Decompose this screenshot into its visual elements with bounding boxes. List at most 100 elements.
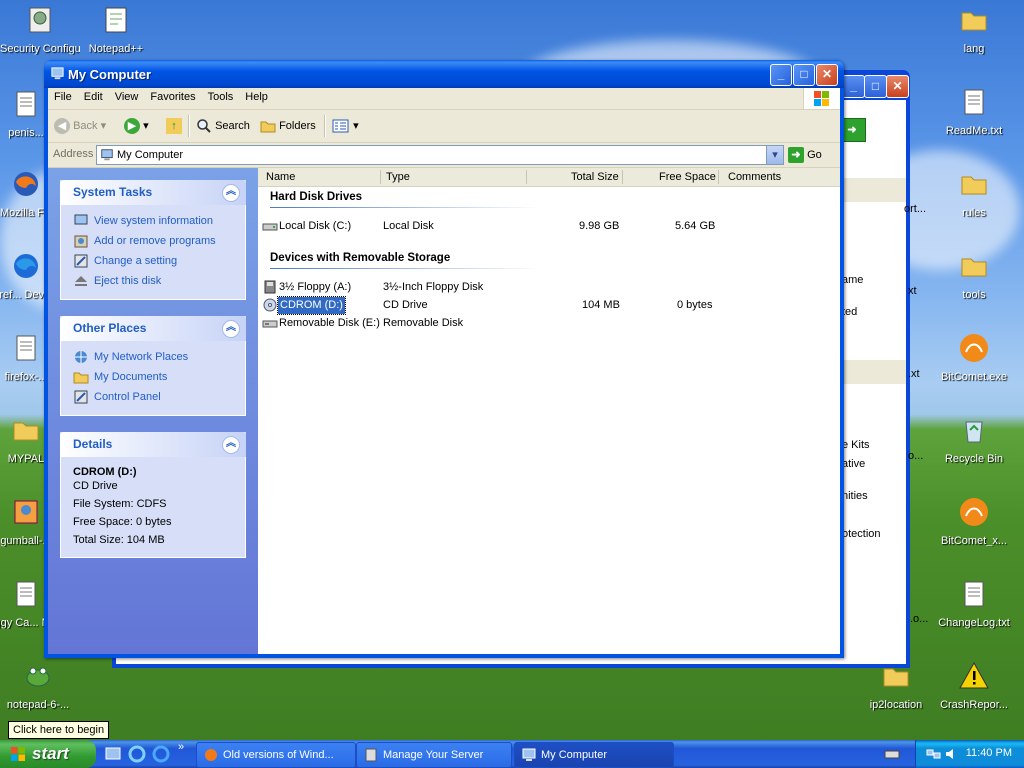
views-button[interactable]: ▾ — [332, 117, 359, 135]
desktop-icon-recycle-bin[interactable]: Recycle Bin — [934, 414, 1014, 465]
minimize-button[interactable]: _ — [770, 64, 792, 86]
column-divider[interactable] — [718, 170, 719, 184]
maximize-button[interactable]: □ — [864, 75, 887, 98]
menu-file[interactable]: File — [48, 88, 78, 103]
minimize-button[interactable]: _ — [842, 75, 865, 98]
column-total-size[interactable]: Total Size — [571, 171, 619, 183]
windows-flag-icon — [814, 91, 829, 106]
desktop-icon-crashreporter[interactable]: CrashRepor... — [934, 660, 1014, 711]
menu-view[interactable]: View — [109, 88, 145, 103]
quicklaunch-overflow-icon[interactable]: » — [178, 741, 184, 753]
search-button[interactable]: Search — [196, 117, 250, 135]
other-places-title: Other Places — [73, 321, 147, 335]
other-places-header[interactable]: Other Places ︽ — [60, 316, 246, 341]
address-bar: Address My Computer ▾ ➜ Go — [48, 143, 840, 168]
link-add-remove-programs[interactable]: Add or remove programs — [73, 231, 233, 251]
chevron-down-icon: ▾ — [143, 120, 149, 132]
details-type: CD Drive — [73, 480, 118, 492]
link-control-panel[interactable]: Control Panel — [73, 387, 233, 407]
link-label: Control Panel — [94, 391, 161, 403]
task-label: My Computer — [541, 749, 608, 761]
task-label: Manage Your Server — [383, 749, 484, 761]
link-view-system-info[interactable]: View system information — [73, 211, 233, 231]
search-icon — [197, 119, 211, 133]
go-button[interactable]: ➜ Go — [788, 146, 822, 164]
network-tray-icon[interactable] — [926, 746, 942, 762]
column-divider[interactable] — [526, 170, 527, 184]
taskbar-task-manage-server[interactable]: Manage Your Server — [356, 742, 512, 768]
maximize-button[interactable]: □ — [793, 64, 815, 86]
search-label: Search — [215, 120, 250, 132]
tray-keyboard[interactable] — [884, 746, 900, 762]
quicklaunch-show-desktop[interactable] — [104, 745, 122, 763]
volume-tray-icon[interactable] — [944, 746, 960, 762]
desktop-icon-label: BitComet_x... — [940, 535, 1008, 547]
desktop-icon-tools[interactable]: tools — [934, 250, 1014, 301]
address-dropdown-button[interactable]: ▾ — [766, 146, 783, 164]
menu-tools[interactable]: Tools — [202, 88, 240, 103]
my-computer-window[interactable]: My Computer _ □ ✕ File Edit View Favorites T… — [44, 60, 844, 658]
collapse-chevron-icon[interactable]: ︽ — [222, 320, 240, 338]
column-name[interactable]: Name — [266, 171, 295, 183]
drive-type: CD Drive — [383, 299, 428, 311]
back-button[interactable]: ◀ Back ▾ — [54, 117, 106, 135]
bg-fragment: nities — [842, 490, 868, 502]
keyboard-icon — [884, 750, 900, 759]
forward-button[interactable]: ▶ ▾ — [124, 117, 149, 135]
close-button[interactable]: ✕ — [886, 75, 909, 98]
column-divider[interactable] — [622, 170, 623, 184]
desktop-icon-rules[interactable]: rules — [934, 168, 1014, 219]
close-button[interactable]: ✕ — [816, 64, 838, 86]
go-label: Go — [807, 149, 822, 161]
start-button[interactable]: start — [0, 740, 96, 768]
collapse-chevron-icon[interactable]: ︽ — [222, 436, 240, 454]
details-header[interactable]: Details ︽ — [60, 432, 246, 457]
address-input[interactable]: My Computer ▾ — [96, 145, 784, 165]
text-file-icon — [16, 581, 36, 607]
taskbar-task-old-versions[interactable]: Old versions of Wind... — [196, 742, 356, 768]
desktop-icon-notepadpp[interactable]: Notepad++ — [76, 4, 156, 55]
text-file-icon — [964, 89, 984, 115]
menu-help[interactable]: Help — [239, 88, 274, 103]
column-divider[interactable] — [380, 170, 381, 184]
collapse-chevron-icon[interactable]: ︽ — [222, 184, 240, 202]
drive-row-a[interactable]: 3½ Floppy (A:) 3½-Inch Floppy Disk — [258, 279, 840, 296]
desktop-icon-readme[interactable]: ReadMe.txt — [934, 86, 1014, 137]
control-panel-icon — [74, 254, 88, 268]
folder-icon — [13, 422, 39, 441]
link-my-documents[interactable]: My Documents — [73, 367, 233, 387]
desktop-icon-bitcomet[interactable]: BitComet.exe — [934, 332, 1014, 383]
drive-row-c[interactable]: Local Disk (C:) Local Disk 9.98 GB 5.64 … — [258, 218, 840, 235]
column-comments[interactable]: Comments — [728, 171, 781, 183]
clock[interactable]: 11:40 PM — [966, 747, 1012, 759]
desktop-icon-label: Notepad++ — [88, 43, 144, 55]
drive-row-e[interactable]: Removable Disk (E:) Removable Disk — [258, 315, 840, 332]
menu-edit[interactable]: Edit — [78, 88, 109, 103]
file-list: Name Type Total Size Free Space Comments… — [258, 168, 840, 654]
desktop-icon-security[interactable]: Security Configurat... — [0, 4, 80, 55]
desktop-icon-notepad6[interactable]: notepad-6-... — [0, 660, 78, 711]
firefox-icon — [14, 172, 38, 196]
folders-button[interactable]: Folders — [260, 117, 316, 135]
menu-favorites[interactable]: Favorites — [144, 88, 201, 103]
up-button[interactable]: ↑ — [166, 117, 182, 135]
link-change-setting[interactable]: Change a setting — [73, 251, 233, 271]
taskbar-task-my-computer[interactable]: My Computer — [514, 742, 674, 768]
drive-row-d[interactable]: CDROM (D:) CD Drive 104 MB 0 bytes — [258, 296, 840, 315]
desktop-icon-bitcomet-x[interactable]: BitComet_x... — [934, 496, 1014, 547]
quicklaunch-ie-2[interactable] — [152, 745, 170, 763]
column-free-space[interactable]: Free Space — [659, 171, 716, 183]
desktop-icon-lang[interactable]: lang — [934, 4, 1014, 55]
link-network-places[interactable]: My Network Places — [73, 347, 233, 367]
system-tasks-header[interactable]: System Tasks ︽ — [60, 180, 246, 205]
desktop-icon-label: BitComet.exe — [940, 371, 1008, 383]
network-places-icon — [75, 351, 87, 364]
desktop-icon-changelog[interactable]: ChangeLog.txt — [934, 578, 1014, 629]
folder-icon — [961, 12, 987, 31]
system-tasks-panel: System Tasks ︽ View system information A… — [60, 180, 246, 300]
quicklaunch-ie[interactable] — [128, 745, 146, 763]
desktop-icon-label: ip2location — [869, 699, 923, 711]
link-eject-disk[interactable]: Eject this disk — [73, 271, 233, 291]
column-type[interactable]: Type — [386, 171, 410, 183]
title-bar[interactable]: My Computer _ □ ✕ — [44, 60, 844, 88]
